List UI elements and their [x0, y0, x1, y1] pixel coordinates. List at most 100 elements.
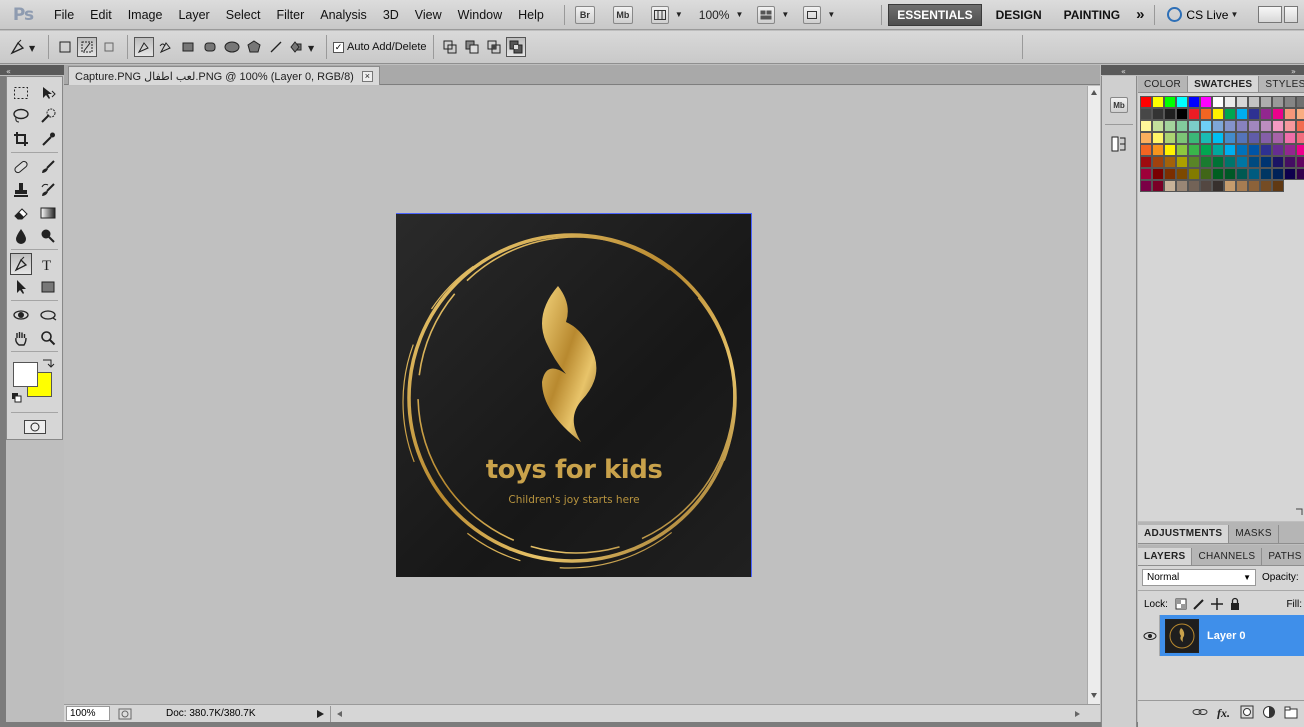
arrange-documents-button[interactable]: [757, 5, 776, 24]
hand-tool[interactable]: [10, 327, 32, 349]
chevron-down-icon[interactable]: ▼: [781, 10, 789, 19]
dodge-tool[interactable]: [37, 225, 59, 247]
color-swatch[interactable]: [1188, 168, 1200, 180]
close-icon[interactable]: ×: [361, 70, 373, 82]
color-swatch[interactable]: [1260, 180, 1272, 192]
color-swatch[interactable]: [1248, 108, 1260, 120]
tab-masks[interactable]: MASKS: [1229, 525, 1279, 543]
status-menu-icon[interactable]: [118, 707, 132, 721]
scroll-left-icon[interactable]: [333, 707, 345, 721]
color-swatch[interactable]: [1188, 96, 1200, 108]
color-swatch[interactable]: [1224, 180, 1236, 192]
menu-filter[interactable]: Filter: [268, 0, 312, 30]
color-swatch[interactable]: [1296, 168, 1304, 180]
tab-paths[interactable]: PATHS: [1262, 548, 1304, 565]
color-swatch[interactable]: [1188, 180, 1200, 192]
color-swatch[interactable]: [1284, 120, 1296, 132]
color-swatch[interactable]: [1248, 168, 1260, 180]
quick-selection-tool[interactable]: [37, 105, 59, 127]
move-tool[interactable]: [37, 82, 59, 104]
color-swatch[interactable]: [1212, 108, 1224, 120]
tab-layers[interactable]: LAYERS: [1138, 548, 1193, 565]
color-swatch[interactable]: [1152, 144, 1164, 156]
color-swatch[interactable]: [1236, 156, 1248, 168]
path-selection-tool[interactable]: [10, 276, 32, 298]
color-swatch[interactable]: [1140, 132, 1152, 144]
color-swatch[interactable]: [1248, 120, 1260, 132]
gradient-tool[interactable]: [37, 202, 59, 224]
color-swatch[interactable]: [1272, 120, 1284, 132]
blend-mode-select[interactable]: Normal ▼: [1142, 568, 1256, 586]
cs-live-button[interactable]: CS Live ▼: [1167, 7, 1244, 22]
new-group-icon[interactable]: [1284, 705, 1298, 719]
freeform-pen-button[interactable]: [156, 37, 176, 57]
healing-brush-tool[interactable]: [10, 156, 32, 178]
color-swatch[interactable]: [1152, 180, 1164, 192]
color-swatch[interactable]: [1296, 132, 1304, 144]
lock-pixels-icon[interactable]: [1192, 597, 1206, 611]
scroll-right-icon[interactable]: [1072, 707, 1084, 721]
clone-stamp-tool[interactable]: [10, 179, 32, 201]
color-swatch[interactable]: [1224, 144, 1236, 156]
color-swatch[interactable]: [1176, 144, 1188, 156]
lock-all-icon[interactable]: [1228, 597, 1242, 611]
brush-tool[interactable]: [37, 156, 59, 178]
color-swatch[interactable]: [1296, 120, 1304, 132]
color-swatch[interactable]: [1272, 156, 1284, 168]
color-swatch[interactable]: [1296, 108, 1304, 120]
restore-button[interactable]: [1284, 6, 1299, 23]
3d-rotate-tool[interactable]: [10, 304, 32, 326]
crop-tool[interactable]: [10, 128, 32, 150]
color-swatch[interactable]: [1212, 180, 1224, 192]
color-swatch[interactable]: [1236, 180, 1248, 192]
blur-tool[interactable]: [10, 225, 32, 247]
color-swatch[interactable]: [1176, 156, 1188, 168]
document-tab[interactable]: Capture.PNG لعب اطفال.PNG @ 100% (Layer …: [68, 66, 380, 85]
tab-swatches[interactable]: SWATCHES: [1188, 76, 1260, 92]
more-workspaces-button[interactable]: »: [1128, 4, 1152, 26]
color-swatch[interactable]: [1140, 108, 1152, 120]
fx-icon[interactable]: fx.: [1216, 705, 1232, 719]
color-swatch[interactable]: [1140, 168, 1152, 180]
color-swatch[interactable]: [1284, 156, 1296, 168]
color-swatch[interactable]: [1164, 180, 1176, 192]
color-swatch[interactable]: [1260, 120, 1272, 132]
color-swatch[interactable]: [1248, 96, 1260, 108]
color-swatch[interactable]: [1260, 144, 1272, 156]
color-swatch[interactable]: [1272, 180, 1284, 192]
foreground-color-swatch[interactable]: [13, 362, 38, 387]
color-swatch[interactable]: [1212, 120, 1224, 132]
menu-select[interactable]: Select: [218, 0, 269, 30]
auto-add-delete-checkbox[interactable]: ✓: [333, 41, 344, 53]
color-swatch[interactable]: [1284, 144, 1296, 156]
color-swatch[interactable]: [1224, 120, 1236, 132]
color-swatch[interactable]: [1188, 144, 1200, 156]
color-swatch[interactable]: [1260, 108, 1272, 120]
line-button[interactable]: [266, 37, 286, 57]
lasso-tool[interactable]: [10, 105, 32, 127]
menu-3d[interactable]: 3D: [375, 0, 407, 30]
color-swatch[interactable]: [1248, 132, 1260, 144]
menu-file[interactable]: File: [46, 0, 82, 30]
panel-menu-icon[interactable]: [1294, 507, 1304, 517]
color-swatch[interactable]: [1164, 96, 1176, 108]
color-swatch[interactable]: [1272, 132, 1284, 144]
intersect-path-button[interactable]: [484, 37, 504, 57]
color-swatch[interactable]: [1260, 132, 1272, 144]
color-swatch[interactable]: [1152, 156, 1164, 168]
color-swatch[interactable]: [1236, 108, 1248, 120]
color-swatch[interactable]: [1176, 132, 1188, 144]
color-swatch[interactable]: [1212, 144, 1224, 156]
color-swatch[interactable]: [1164, 108, 1176, 120]
screen-mode-button[interactable]: [803, 5, 822, 24]
mini-bridge-panel-button[interactable]: Mb: [1108, 94, 1130, 116]
play-arrow-icon[interactable]: [314, 707, 326, 721]
color-swatch[interactable]: [1152, 96, 1164, 108]
color-swatch[interactable]: [1200, 120, 1212, 132]
color-swatch[interactable]: [1200, 168, 1212, 180]
color-swatch[interactable]: [1272, 168, 1284, 180]
pen-tool[interactable]: [9, 252, 32, 275]
menu-help[interactable]: Help: [510, 0, 552, 30]
type-tool[interactable]: T: [37, 253, 59, 275]
color-swatch[interactable]: [1212, 132, 1224, 144]
